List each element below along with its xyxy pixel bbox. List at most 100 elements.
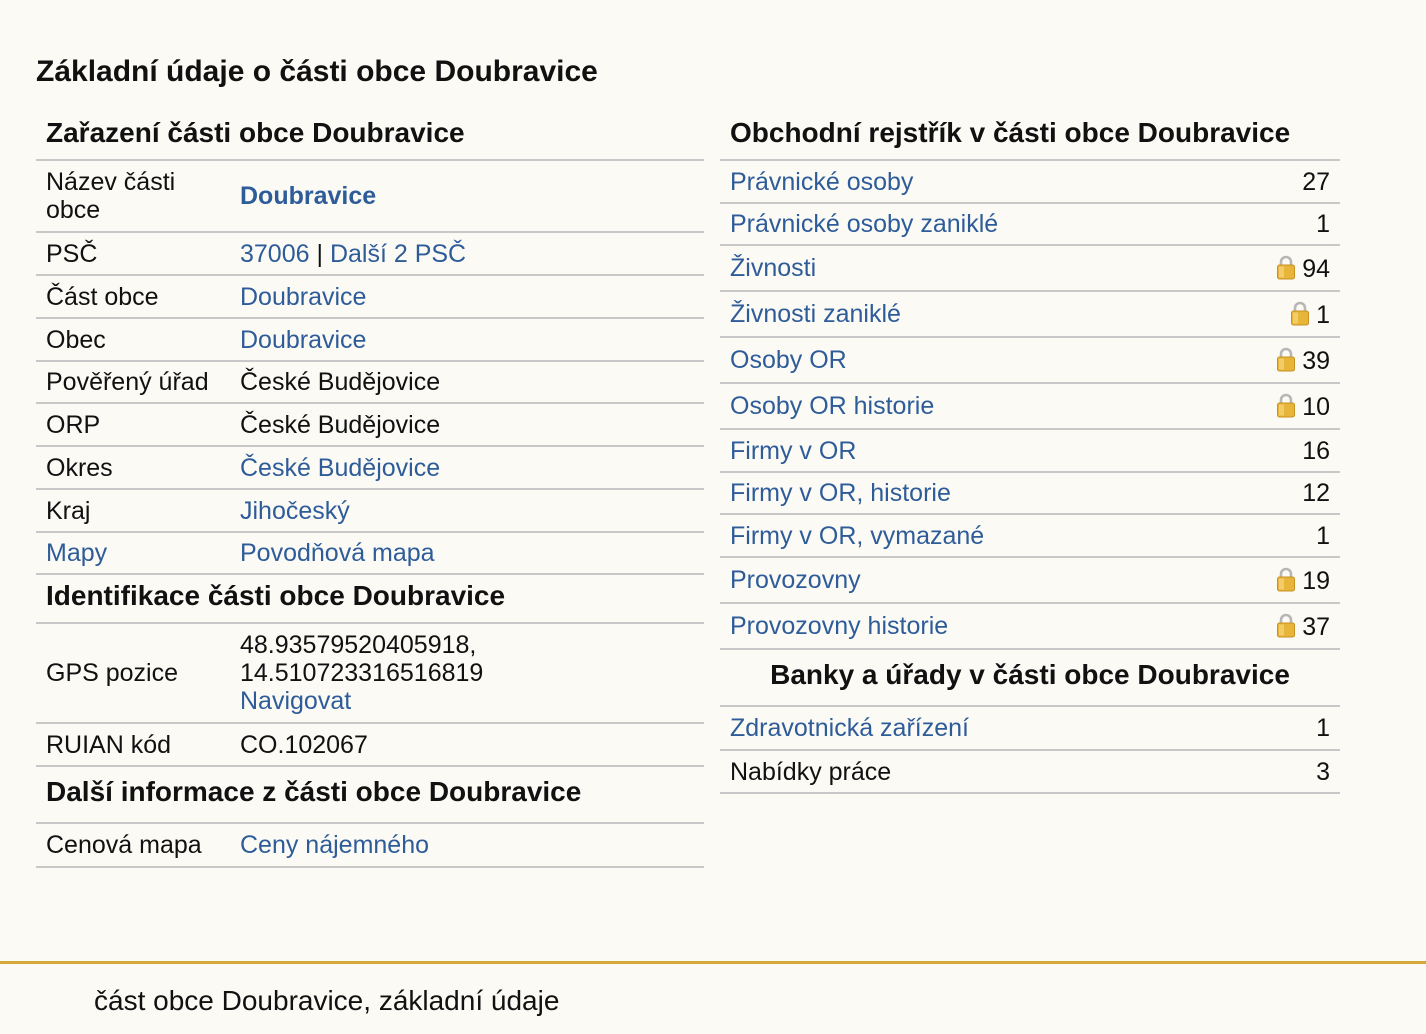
padlock-icon[interactable] [1276, 392, 1296, 418]
rejstrik-label-cell: Firmy v OR [720, 429, 1214, 473]
okres-label: Okres [36, 446, 230, 490]
banky-table: Zdravotnická zařízení 1 Nabídky práce 3 [720, 707, 1340, 794]
ruian-value: CO.102067 [230, 723, 704, 767]
padlock-icon[interactable] [1290, 300, 1310, 326]
table-row: Provozovny historie 37 [720, 603, 1340, 650]
identifikace-title: Identifikace části obce Doubravice [36, 575, 704, 624]
page: Základní údaje o části obce Doubravice Z… [0, 0, 1426, 1034]
banky-title: Banky a úřady v části obce Doubravice [720, 650, 1340, 707]
gps-label: GPS pozice [36, 624, 230, 724]
povereny-label: Pověřený úřad [36, 361, 230, 404]
table-row: Živnosti zaniklé 1 [720, 291, 1340, 338]
rejstrik-value-cell: 10 [1213, 383, 1340, 430]
cenova-cell: Ceny nájemného [230, 824, 704, 868]
left-column: Zařazení části obce Doubravice Název čás… [36, 112, 704, 868]
rejstrik-link[interactable]: Provozovny historie [730, 612, 948, 640]
nazev-link[interactable]: Doubravice [240, 182, 376, 210]
table-row: Zdravotnická zařízení 1 [720, 707, 1340, 751]
rejstrik-link[interactable]: Osoby OR [730, 346, 847, 374]
rejstrik-value-cell: 39 [1213, 337, 1340, 384]
navigate-link[interactable]: Navigovat [240, 687, 351, 715]
gps-lon: 14.510723316516819 [240, 659, 484, 687]
rejstrik-link[interactable]: Firmy v OR, vymazané [730, 522, 984, 550]
ruian-label: RUIAN kód [36, 723, 230, 767]
povodnova-cell: Povodňová mapa [230, 532, 704, 575]
cenova-label: Cenová mapa [36, 824, 230, 868]
banky-count: 3 [1268, 750, 1340, 794]
cast-obce-link[interactable]: Doubravice [240, 283, 366, 311]
table-row: Provozovny 19 [720, 557, 1340, 604]
footer-divider [0, 961, 1426, 964]
table-row: Právnické osoby 27 [720, 161, 1340, 204]
table-row: RUIAN kód CO.102067 [36, 723, 704, 767]
banky-link[interactable]: Zdravotnická zařízení [730, 714, 969, 742]
rejstrik-label-cell: Osoby OR [720, 337, 1214, 384]
obec-cell: Doubravice [230, 318, 704, 362]
rejstrik-link[interactable]: Firmy v OR [730, 437, 856, 465]
ceny-najemneho-link[interactable]: Ceny nájemného [240, 831, 429, 859]
rejstrik-value-cell: 1 [1213, 203, 1340, 246]
rejstrik-link[interactable]: Firmy v OR, historie [730, 479, 951, 507]
rejstrik-value-cell: 94 [1213, 245, 1340, 292]
rejstrik-link[interactable]: Provozovny [730, 566, 861, 594]
rejstrik-value-cell: 1 [1213, 514, 1340, 558]
povereny-value: České Budějovice [230, 361, 704, 404]
obec-label: Obec [36, 318, 230, 362]
dalsi-title: Další informace z části obce Doubravice [36, 767, 704, 824]
rejstrik-link[interactable]: Živnosti [730, 254, 816, 282]
rejstrik-count: 10 [1302, 392, 1330, 421]
table-row: Firmy v OR, vymazané 1 [720, 514, 1340, 558]
kraj-cell: Jihočeský [230, 489, 704, 533]
right-column: Obchodní rejstřík v části obce Doubravic… [720, 112, 1340, 794]
table-row: Obec Doubravice [36, 318, 704, 362]
kraj-label: Kraj [36, 489, 230, 533]
nazev-label: Název části obce [36, 161, 230, 233]
rejstrik-link[interactable]: Právnické osoby zaniklé [730, 210, 998, 238]
rejstrik-label-cell: Provozovny historie [720, 603, 1214, 650]
okres-link[interactable]: České Budějovice [240, 454, 440, 482]
table-row: Firmy v OR 16 [720, 429, 1340, 473]
psc-label: PSČ [36, 232, 230, 276]
table-row: Kraj Jihočeský [36, 489, 704, 533]
rejstrik-value-cell: 12 [1213, 472, 1340, 515]
rejstrik-label-cell: Firmy v OR, historie [720, 472, 1214, 515]
rejstrik-label-cell: Živnosti [720, 245, 1214, 292]
mapy-link[interactable]: Mapy [46, 539, 107, 567]
psc-separator: | [316, 239, 323, 268]
zarazeni-title: Zařazení části obce Doubravice [36, 112, 704, 161]
obec-link[interactable]: Doubravice [240, 326, 366, 354]
table-row: ORP České Budějovice [36, 403, 704, 447]
rejstrik-label-cell: Právnické osoby zaniklé [720, 203, 1214, 246]
kraj-link[interactable]: Jihočeský [240, 497, 350, 525]
rejstrik-count: 1 [1316, 210, 1330, 238]
rejstrik-label-cell: Osoby OR historie [720, 383, 1214, 430]
rejstrik-link[interactable]: Živnosti zaniklé [730, 300, 901, 328]
rejstrik-count: 16 [1302, 436, 1330, 465]
footer-text: část obce Doubravice, základní údaje [94, 985, 560, 1016]
rejstrik-link[interactable]: Osoby OR historie [730, 392, 934, 420]
rejstrik-value-cell: 27 [1213, 161, 1340, 204]
padlock-icon[interactable] [1276, 566, 1296, 592]
padlock-icon[interactable] [1276, 346, 1296, 372]
table-row: Okres České Budějovice [36, 446, 704, 490]
povodnova-mapa-link[interactable]: Povodňová mapa [240, 539, 435, 567]
padlock-icon[interactable] [1276, 254, 1296, 280]
table-row: Část obce Doubravice [36, 275, 704, 319]
table-row: Osoby OR historie 10 [720, 383, 1340, 430]
padlock-icon[interactable] [1276, 612, 1296, 638]
rejstrik-value-cell: 19 [1213, 557, 1340, 604]
rejstrik-link[interactable]: Právnické osoby [730, 168, 913, 196]
table-row: Název části obce Doubravice [36, 161, 704, 233]
psc-link[interactable]: 37006 [240, 240, 310, 268]
orp-value: České Budějovice [230, 403, 704, 447]
gps-lat: 48.93579520405918, [240, 631, 477, 659]
rejstrik-count: 39 [1302, 346, 1330, 375]
psc-more-link[interactable]: Další 2 PSČ [330, 240, 466, 268]
table-row: Mapy Povodňová mapa [36, 532, 704, 575]
table-row: Živnosti 94 [720, 245, 1340, 292]
table-row: PSČ 37006 | Další 2 PSČ [36, 232, 704, 276]
rejstrik-count: 1 [1316, 300, 1330, 329]
rejstrik-label-cell: Provozovny [720, 557, 1214, 604]
gps-value: 48.93579520405918, 14.510723316516819 Na… [230, 624, 704, 724]
banky-count: 1 [1268, 707, 1340, 751]
